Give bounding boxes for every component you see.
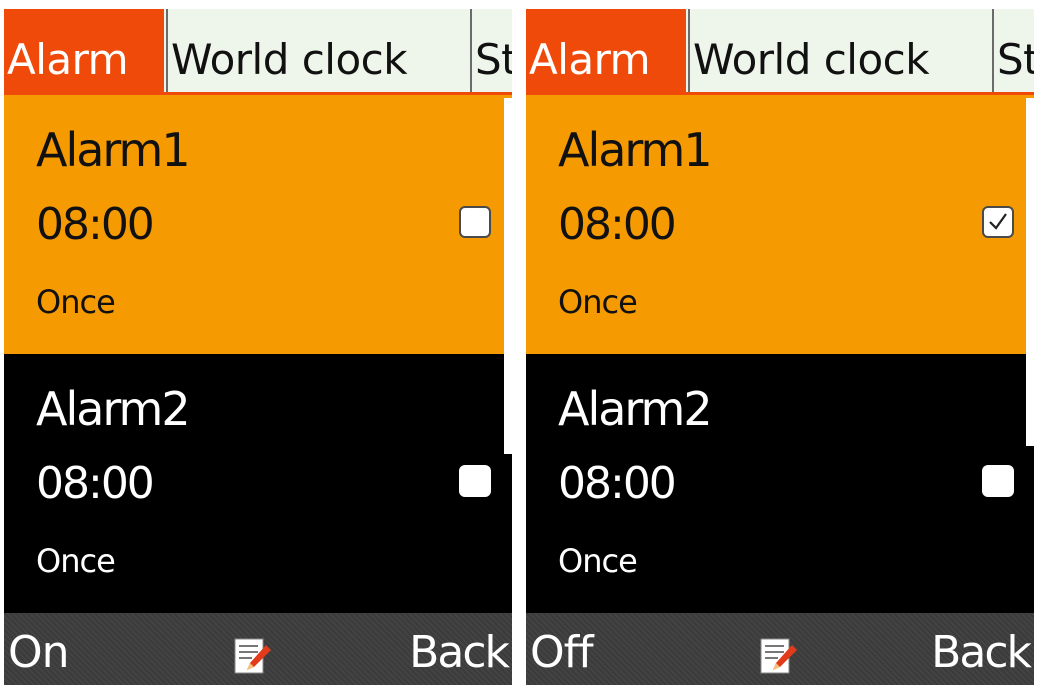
alarm-enabled-checkbox[interactable] [459,465,491,497]
alarm-repeat: Once [36,542,116,580]
softkey-left-on[interactable]: On [8,627,70,678]
tab-stopwatch[interactable]: St [472,9,512,92]
alarm-time: 08:00 [558,458,677,509]
alarm-list: Alarm1 08:00 Once Alarm2 08:00 Once [4,95,512,613]
alarm-name: Alarm2 [36,382,191,436]
edit-icon[interactable] [232,635,274,677]
alarm-item-2[interactable]: Alarm2 08:00 Once [4,354,512,613]
alarm-time: 08:00 [36,199,155,250]
alarm-enabled-checkbox[interactable] [459,206,491,238]
alarm-time: 08:00 [558,199,677,250]
softkey-right-back[interactable]: Back [931,627,1032,678]
tab-stopwatch[interactable]: St [994,9,1034,92]
alarm-name: Alarm1 [36,123,191,177]
alarm-enabled-checkbox[interactable] [982,206,1014,238]
softkey-bar: Off Back [526,613,1034,685]
tab-bar: Alarm World clock St [526,9,1034,95]
tab-alarm[interactable]: Alarm [526,9,686,92]
phone-screen-right: Alarm World clock St Alarm1 08:00 Once A… [526,9,1034,685]
edit-icon[interactable] [758,635,800,677]
alarm-item-1[interactable]: Alarm1 08:00 Once [526,95,1034,354]
alarm-repeat: Once [558,542,638,580]
alarm-list: Alarm1 08:00 Once Alarm2 08:00 Once [526,95,1034,613]
softkey-left-off[interactable]: Off [530,627,594,678]
tab-bar: Alarm World clock St [4,9,512,95]
scrollbar[interactable] [504,98,512,454]
alarm-item-2[interactable]: Alarm2 08:00 Once [526,354,1034,613]
alarm-repeat: Once [558,283,638,321]
softkey-right-back[interactable]: Back [409,627,510,678]
tab-world-clock[interactable]: World clock [688,9,994,92]
softkey-bar: On Back [4,613,512,685]
alarm-name: Alarm2 [558,382,713,436]
alarm-name: Alarm1 [558,123,713,177]
alarm-enabled-checkbox[interactable] [982,465,1014,497]
checkmark-icon [989,213,1007,230]
tab-alarm[interactable]: Alarm [4,9,164,92]
scrollbar[interactable] [1026,98,1034,446]
alarm-item-1[interactable]: Alarm1 08:00 Once [4,95,512,354]
alarm-time: 08:00 [36,458,155,509]
alarm-repeat: Once [36,283,116,321]
phone-screen-left: Alarm World clock St Alarm1 08:00 Once A… [4,9,512,685]
tab-world-clock[interactable]: World clock [166,9,472,92]
